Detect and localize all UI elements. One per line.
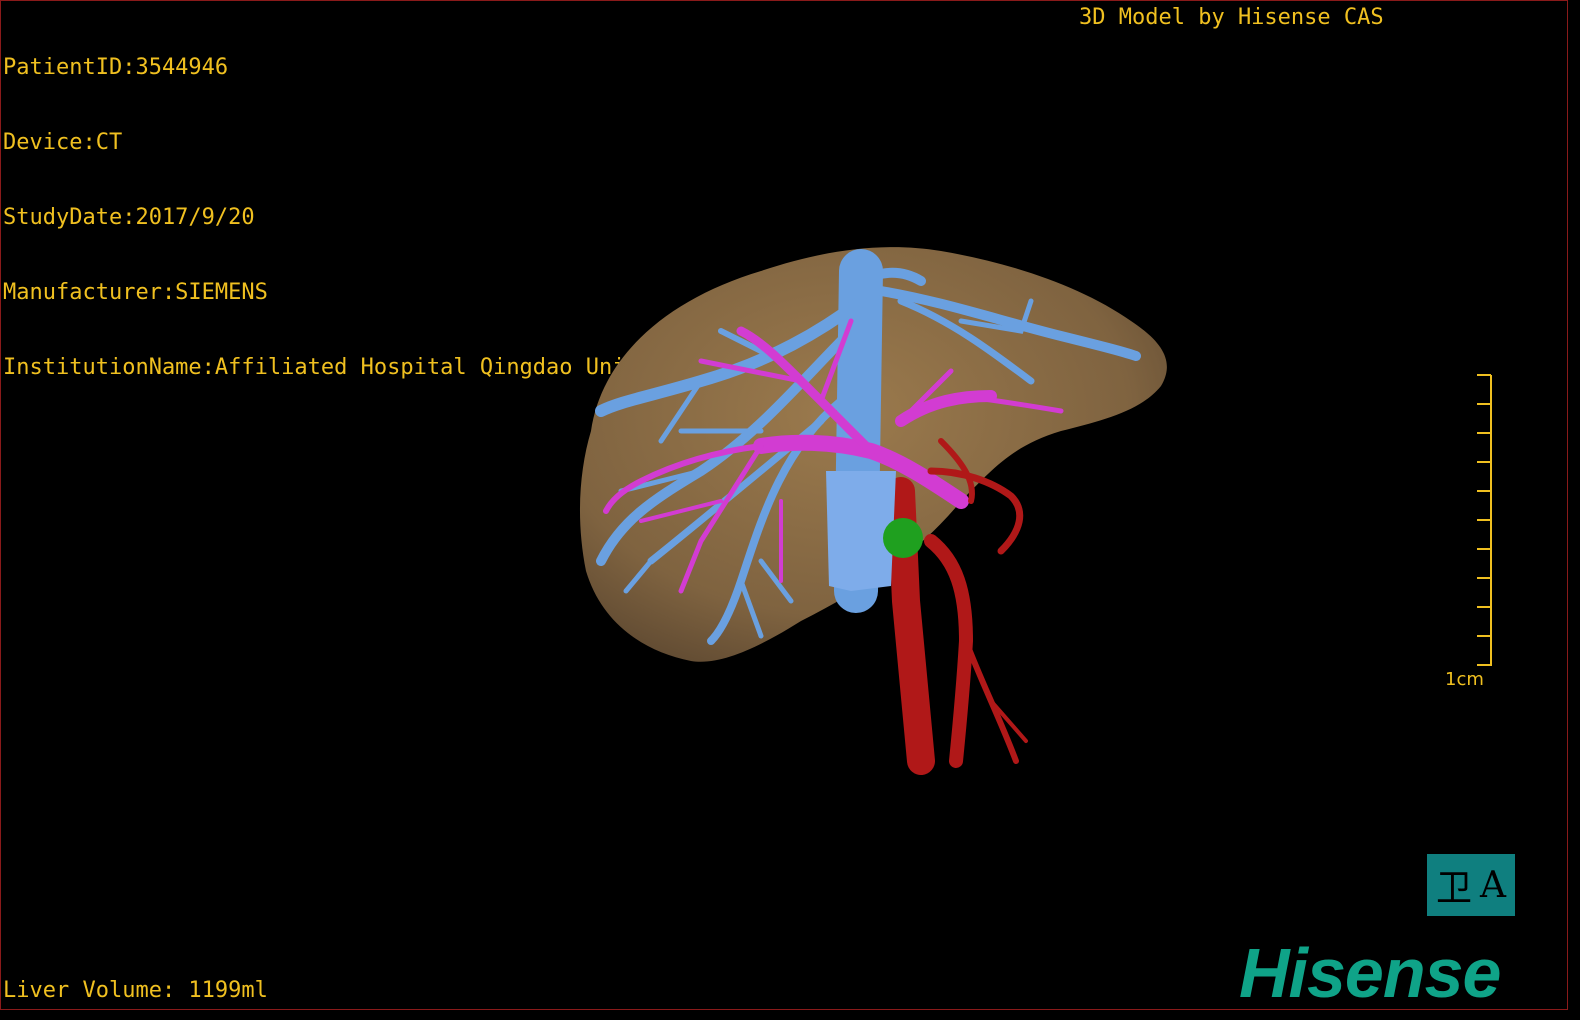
orientation-anterior-glyph: A: [1480, 864, 1506, 906]
scale-bar: [1477, 374, 1492, 666]
liver-3d-model[interactable]: [1, 1, 1568, 1010]
hisense-logo: Hisense: [1239, 934, 1501, 1010]
3d-viewport[interactable]: PatientID:3544946 Device:CT StudyDate:20…: [0, 0, 1568, 1010]
adrenal-gland: [883, 518, 923, 558]
orientation-cube[interactable]: 卫 A: [1427, 854, 1515, 916]
liver-volume-text: Liver Volume: 1199ml: [3, 978, 268, 1003]
scale-label: 1cm: [1445, 669, 1484, 690]
orientation-left-glyph: 卫: [1435, 868, 1472, 909]
